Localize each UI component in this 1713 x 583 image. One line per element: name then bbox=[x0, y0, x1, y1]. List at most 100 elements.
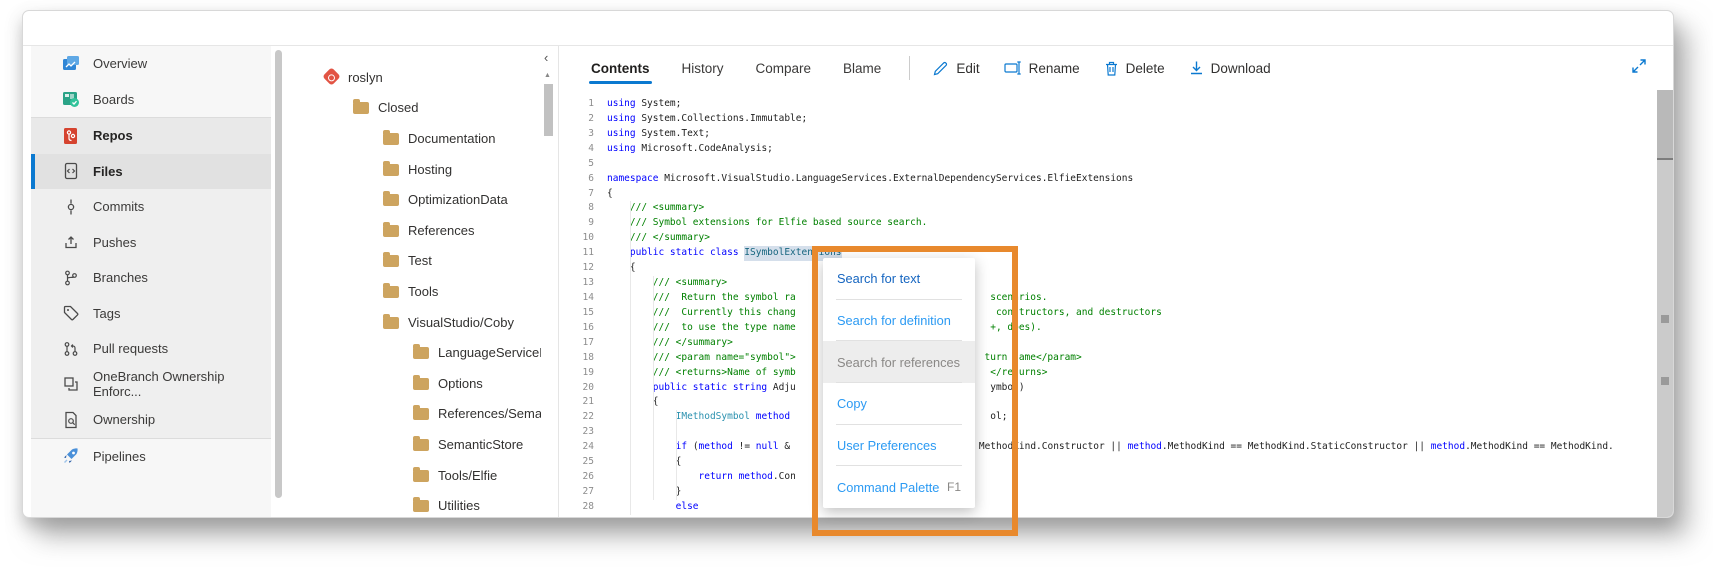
fullscreen-icon[interactable] bbox=[1631, 58, 1647, 79]
sidebar-item-pull-requests[interactable]: Pull requests bbox=[31, 331, 271, 367]
line-number[interactable]: 26 bbox=[559, 470, 594, 485]
context-menu-item-user-preferences[interactable]: User Preferences bbox=[823, 425, 975, 467]
line-number[interactable]: 7 bbox=[559, 187, 594, 202]
sidebar-item-label: Ownership bbox=[93, 412, 155, 427]
sidebar-item-boards[interactable]: Boards bbox=[31, 82, 271, 118]
tree-item-folder[interactable]: VisualStudio/Coby bbox=[283, 307, 541, 338]
code-editor[interactable]: 1using System;2using System.Collections.… bbox=[559, 90, 1651, 517]
tree-item-folder[interactable]: Hosting bbox=[283, 154, 541, 185]
pushes-icon bbox=[61, 232, 81, 252]
line-number[interactable]: 1 bbox=[559, 97, 594, 112]
sidebar-scrollbar[interactable] bbox=[275, 50, 282, 498]
line-number[interactable]: 10 bbox=[559, 231, 594, 246]
line-number[interactable]: 6 bbox=[559, 172, 594, 187]
context-menu-item-command-palette[interactable]: Command PaletteF1 bbox=[823, 466, 975, 508]
line-number[interactable]: 14 bbox=[559, 291, 594, 306]
collapse-tree-icon[interactable]: ‹ bbox=[544, 50, 548, 65]
sidebar-item-repos[interactable]: Repos bbox=[31, 118, 271, 154]
line-number[interactable]: 9 bbox=[559, 216, 594, 231]
file-tabs: Contents History Compare Blame bbox=[589, 49, 883, 88]
download-icon bbox=[1189, 60, 1204, 76]
main-panel: Contents History Compare Blame Edit Rename De… bbox=[559, 46, 1673, 517]
line-number[interactable]: 16 bbox=[559, 321, 594, 336]
tab-history[interactable]: History bbox=[680, 49, 726, 88]
folder-icon bbox=[413, 376, 430, 391]
repo-tree-panel: roslynClosedDocumentationHostingOptimiza… bbox=[283, 46, 541, 517]
sidebar-item-overview[interactable]: Overview bbox=[31, 46, 271, 82]
tree-item-folder[interactable]: Utilities bbox=[283, 490, 541, 517]
folder-icon bbox=[353, 100, 370, 115]
context-menu-item-copy[interactable]: Copy bbox=[823, 383, 975, 425]
line-number[interactable]: 18 bbox=[559, 351, 594, 366]
line-number[interactable]: 22 bbox=[559, 410, 594, 425]
tree-item-folder[interactable]: SemanticStore bbox=[283, 429, 541, 460]
line-number[interactable]: 11 bbox=[559, 246, 594, 261]
tree-item-folder[interactable]: References bbox=[283, 215, 541, 246]
line-number[interactable]: 19 bbox=[559, 366, 594, 381]
line-number[interactable]: 2 bbox=[559, 112, 594, 127]
folder-icon bbox=[413, 498, 430, 513]
delete-button[interactable]: Delete bbox=[1104, 60, 1165, 77]
sidebar-item-label: Commits bbox=[93, 199, 144, 214]
sidebar-item-commits[interactable]: Commits bbox=[31, 189, 271, 225]
line-number[interactable]: 8 bbox=[559, 201, 594, 216]
tab-contents[interactable]: Contents bbox=[589, 49, 652, 88]
sidebar-item-onebranch-ownership-enforc[interactable]: OneBranch Ownership Enforc... bbox=[31, 367, 271, 403]
sidebar-item-tags[interactable]: Tags bbox=[31, 296, 271, 332]
sidebar-item-files[interactable]: Files bbox=[31, 154, 271, 190]
sidebar-item-pipelines[interactable]: Pipelines bbox=[31, 439, 271, 475]
context-menu-item-search-for-definition[interactable]: Search for definition bbox=[823, 300, 975, 342]
tree-item-folder[interactable]: Tools/Elfie bbox=[283, 460, 541, 491]
tree-item-folder[interactable]: LanguageServiceResultPro... bbox=[283, 337, 541, 368]
folder-icon bbox=[383, 131, 400, 146]
sidebar-item-label: OneBranch Ownership Enforc... bbox=[93, 369, 271, 399]
tree-item-folder[interactable]: Options bbox=[283, 368, 541, 399]
line-number[interactable]: 23 bbox=[559, 425, 594, 440]
tree-scrollbar-thumb[interactable] bbox=[544, 84, 553, 136]
line-number[interactable]: 27 bbox=[559, 485, 594, 500]
tree-item-folder[interactable]: Tools bbox=[283, 276, 541, 307]
rename-button[interactable]: Rename bbox=[1004, 60, 1080, 76]
line-number[interactable]: 4 bbox=[559, 142, 594, 157]
code-line: 28 else bbox=[559, 500, 1651, 515]
sidebar-item-label: Files bbox=[93, 164, 123, 179]
line-number[interactable]: 5 bbox=[559, 157, 594, 172]
tab-compare[interactable]: Compare bbox=[754, 49, 814, 88]
tree-item-folder[interactable]: References/SemanticStore... bbox=[283, 399, 541, 430]
download-button[interactable]: Download bbox=[1189, 60, 1271, 76]
line-number[interactable]: 21 bbox=[559, 395, 594, 410]
editor-scrollbar[interactable] bbox=[1657, 90, 1673, 517]
line-number[interactable]: 3 bbox=[559, 127, 594, 142]
sidebar-item-label: Pushes bbox=[93, 235, 136, 250]
sidebar-item-label: Repos bbox=[93, 128, 133, 143]
tree-item-folder[interactable]: Test bbox=[283, 246, 541, 277]
tree-scrollbar-up-icon[interactable]: ▲ bbox=[544, 72, 551, 79]
tree-item-folder[interactable]: OptimizationData bbox=[283, 184, 541, 215]
line-number[interactable]: 13 bbox=[559, 276, 594, 291]
sidebar-item-ownership[interactable]: Ownership bbox=[31, 402, 271, 438]
editor-scrollbar-thumb[interactable] bbox=[1657, 90, 1673, 160]
pull-requests-icon bbox=[61, 339, 81, 359]
tree-item-folder[interactable]: Documentation bbox=[283, 123, 541, 154]
line-number[interactable]: 12 bbox=[559, 261, 594, 276]
tree-item-folder[interactable]: Closed bbox=[283, 93, 541, 124]
line-number[interactable]: 24 bbox=[559, 440, 594, 455]
folder-icon bbox=[383, 192, 400, 207]
line-number[interactable]: 15 bbox=[559, 306, 594, 321]
boards-icon bbox=[61, 89, 81, 109]
files-icon bbox=[61, 161, 81, 181]
code-line: 8 /// <summary> bbox=[559, 201, 1651, 216]
sidebar-item-pushes[interactable]: Pushes bbox=[31, 225, 271, 261]
line-number[interactable]: 17 bbox=[559, 336, 594, 351]
context-menu-item-search-for-text[interactable]: Search for text bbox=[823, 258, 975, 300]
sidebar-item-branches[interactable]: Branches bbox=[31, 260, 271, 296]
tree-item-repo-root[interactable]: roslyn bbox=[283, 62, 541, 93]
line-number[interactable]: 25 bbox=[559, 455, 594, 470]
line-number[interactable]: 20 bbox=[559, 381, 594, 396]
code-line: 13 /// <summary> bbox=[559, 276, 1651, 291]
tab-blame[interactable]: Blame bbox=[841, 49, 883, 88]
tree-item-label: Tools bbox=[408, 284, 438, 299]
edit-button[interactable]: Edit bbox=[932, 60, 979, 77]
context-menu-item-search-for-references[interactable]: Search for references bbox=[823, 341, 975, 383]
line-number[interactable]: 28 bbox=[559, 500, 594, 515]
